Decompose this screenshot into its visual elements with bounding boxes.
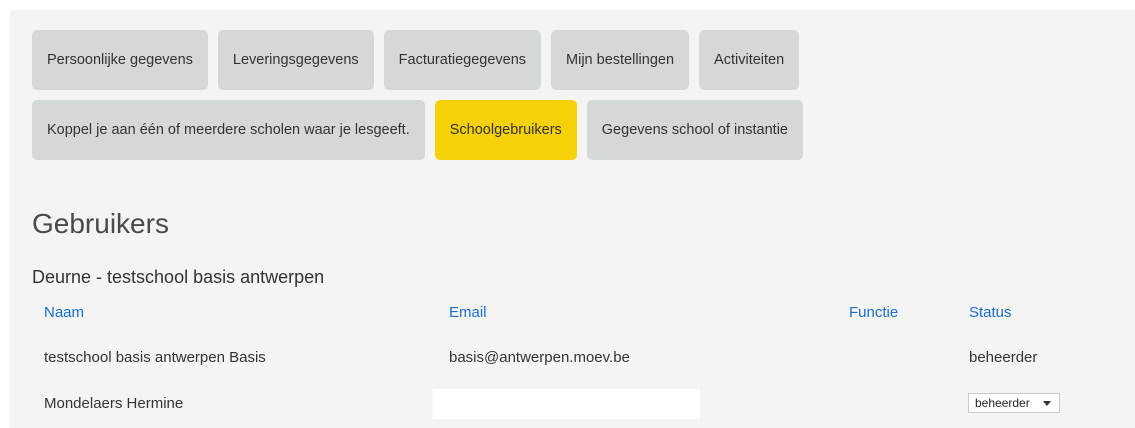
tab-gegevens-school[interactable]: Gegevens school of instantie <box>586 100 803 160</box>
chevron-down-icon <box>1043 401 1051 406</box>
tab-activiteiten[interactable]: Activiteiten <box>699 30 800 90</box>
row-2-status-select[interactable]: beheerder <box>968 393 1060 413</box>
tab-persoonlijke-gegevens[interactable]: Persoonlijke gegevens <box>32 30 208 90</box>
tab-facturatiegegevens[interactable]: Facturatiegegevens <box>383 30 542 90</box>
status-select-value: beheerder <box>975 396 1030 410</box>
column-header-naam[interactable]: Naam <box>44 304 84 321</box>
row-1-naam: testschool basis antwerpen Basis <box>44 349 266 366</box>
row-2-email-input[interactable] <box>433 389 700 419</box>
tabs-row-1: Persoonlijke gegevens Leveringsgegevens … <box>32 30 800 90</box>
tab-leveringsgegevens[interactable]: Leveringsgegevens <box>217 30 374 90</box>
page-title: Gebruikers <box>32 208 169 239</box>
column-header-functie[interactable]: Functie <box>849 304 898 321</box>
row-1-status: beheerder <box>969 349 1038 366</box>
account-panel: Persoonlijke gegevens Leveringsgegevens … <box>10 10 1135 428</box>
column-header-email[interactable]: Email <box>449 304 487 321</box>
tab-koppel-scholen[interactable]: Koppel je aan één of meerdere scholen wa… <box>32 100 425 160</box>
column-header-status[interactable]: Status <box>969 304 1012 321</box>
row-1-email: basis@antwerpen.moev.be <box>449 349 630 366</box>
row-2-naam: Mondelaers Hermine <box>44 395 184 412</box>
tabs-row-2: Koppel je aan één of meerdere scholen wa… <box>32 100 803 160</box>
tab-mijn-bestellingen[interactable]: Mijn bestellingen <box>551 30 690 90</box>
tab-schoolgebruikers[interactable]: Schoolgebruikers <box>434 100 577 160</box>
school-name: Deurne - testschool basis antwerpen <box>32 267 325 287</box>
